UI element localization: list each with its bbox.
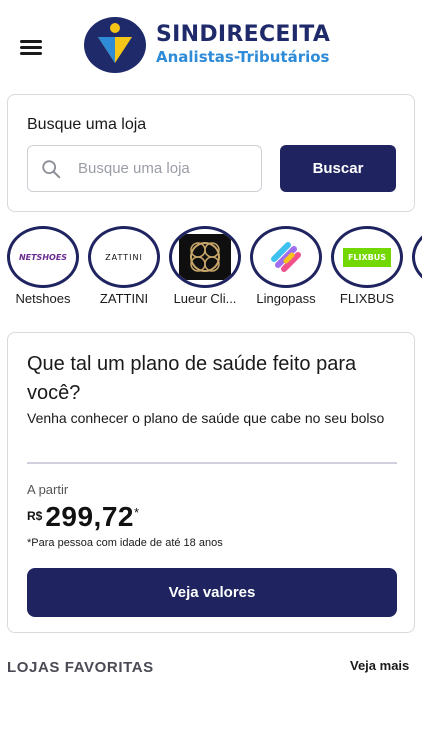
price-currency: R$ <box>27 509 43 523</box>
plan-price: R$ 299,72 * <box>27 501 139 533</box>
search-button[interactable]: Buscar <box>280 145 396 192</box>
divider <box>27 462 397 464</box>
health-plan-card: Que tal um plano de saúde feito para voc… <box>7 332 415 633</box>
search-input[interactable] <box>78 160 248 177</box>
store-name: Netshoes <box>15 291 71 306</box>
lingopass-stripes-icon <box>271 242 301 272</box>
store-item-flixbus[interactable]: FLIXBUS FLIXBUS <box>328 226 406 306</box>
flixbus-logo: FLIXBUS <box>331 226 403 288</box>
store-item-zattini[interactable]: ZATTINI ZATTINI <box>85 226 163 306</box>
price-value: 299,72 <box>45 501 134 532</box>
sindireceita-logo: SINDIRECEITA Analistas-Tributários <box>84 16 330 74</box>
favorite-stores-title: LOJAS FAVORITAS <box>7 659 154 676</box>
stores-carousel[interactable]: NETSHOES Netshoes ZATTINI ZATTINI Lueur … <box>0 226 422 310</box>
store-name: Lingopass <box>256 291 316 306</box>
lueur-logo <box>169 226 241 288</box>
store-item-partial[interactable] <box>409 226 422 288</box>
app-header: SINDIRECEITA Analistas-Tributários <box>0 0 422 88</box>
search-icon <box>42 159 61 178</box>
price-asterisk: * <box>133 505 140 520</box>
store-item-lueur[interactable]: Lueur Cli... <box>166 226 244 306</box>
hamburger-menu-icon[interactable] <box>20 40 42 55</box>
logo-emblem-icon <box>84 17 146 73</box>
search-card: Busque uma loja Buscar <box>7 94 415 212</box>
plan-description: Venha conhecer o plano de saúde que cabe… <box>27 410 385 426</box>
logo-title: SINDIRECEITA <box>156 22 331 47</box>
see-prices-button[interactable]: Veja valores <box>27 568 397 617</box>
search-field[interactable] <box>27 145 262 192</box>
plan-title: Que tal um plano de saúde feito para voc… <box>27 353 357 404</box>
netshoes-logo: NETSHOES <box>7 226 79 288</box>
store-name: Lueur Cli... <box>173 291 237 306</box>
store-name: ZATTINI <box>99 291 149 306</box>
price-note: *Para pessoa com idade de até 18 anos <box>27 537 223 549</box>
store-item-lingopass[interactable]: Lingopass <box>247 226 325 306</box>
lingopass-logo <box>250 226 322 288</box>
price-from-label: A partir <box>27 482 69 497</box>
search-label: Busque uma loja <box>27 116 147 133</box>
see-more-link[interactable]: Veja mais <box>350 658 409 673</box>
zattini-logo: ZATTINI <box>88 226 160 288</box>
logo-subtitle: Analistas-Tributários <box>156 48 330 66</box>
store-name: FLIXBUS <box>339 291 395 306</box>
lueur-ornament-icon <box>179 234 231 280</box>
store-item-netshoes[interactable]: NETSHOES Netshoes <box>4 226 82 306</box>
